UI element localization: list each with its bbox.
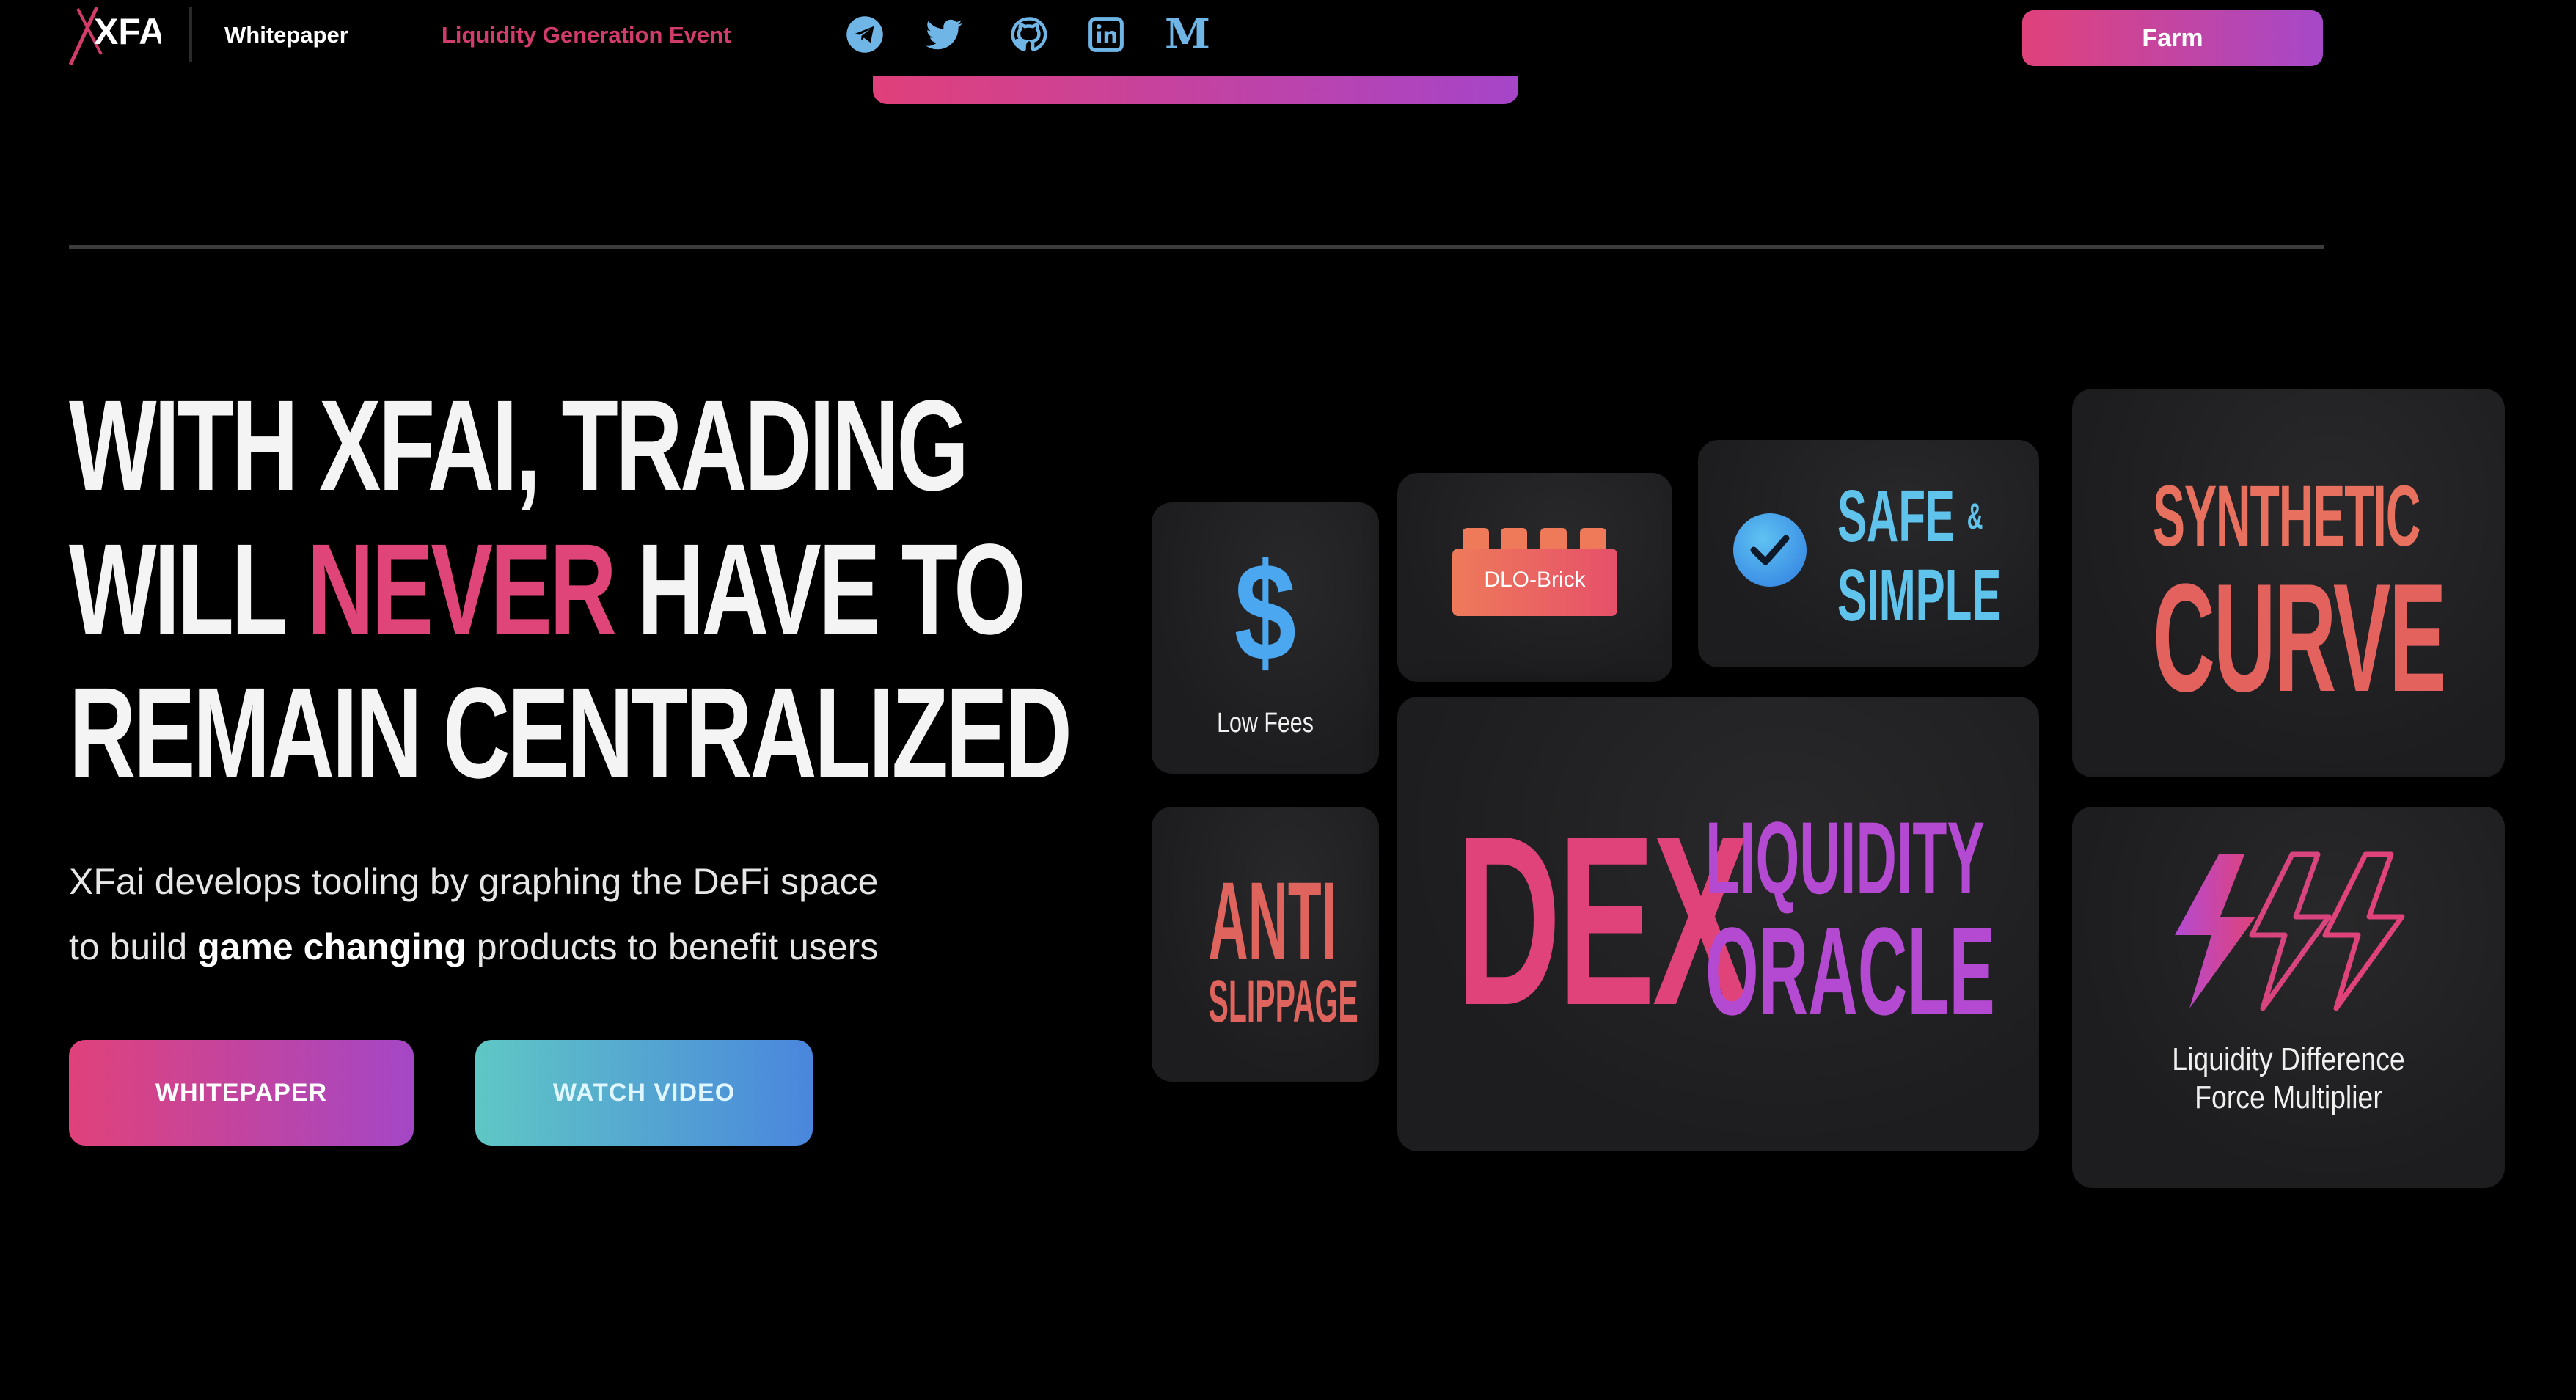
safe-line: SAFE & bbox=[1837, 477, 2001, 556]
subtext-line-2-pre: to build bbox=[69, 926, 198, 967]
card-dlo-brick: DLO-Brick bbox=[1397, 473, 1672, 682]
card-ldfm: Liquidity Difference Force Multiplier bbox=[2072, 807, 2505, 1188]
dollar-icon: $ bbox=[1234, 535, 1297, 690]
watch-video-button[interactable]: WATCH VIDEO bbox=[475, 1040, 813, 1146]
hero-subtext: XFai develops tooling by graphing the De… bbox=[69, 849, 1066, 980]
anti-word: ANTI bbox=[1208, 859, 1337, 982]
card-safe-simple: SAFE & SIMPLE bbox=[1698, 440, 2039, 667]
headline-line-2: WILL NEVER HAVE TO bbox=[69, 518, 1026, 661]
nav-lge-link[interactable]: Liquidity Generation Event bbox=[442, 22, 731, 48]
dlo-brick-label: DLO-Brick bbox=[1484, 568, 1586, 592]
whitepaper-button[interactable]: WHITEPAPER bbox=[69, 1040, 414, 1146]
dex-word: DEX bbox=[1456, 785, 1749, 1055]
liquidity-word: LIQUIDITY bbox=[1705, 800, 1985, 915]
subtext-line-2: to build game changing products to benef… bbox=[69, 915, 1066, 980]
check-circle-icon bbox=[1733, 513, 1807, 587]
curve-word: CURVE bbox=[2153, 551, 2447, 724]
twitter-icon[interactable] bbox=[923, 13, 965, 56]
nav-whitepaper-link[interactable]: Whitepaper bbox=[224, 22, 348, 48]
headline-line-1: WITH XFAI, TRADING bbox=[69, 374, 969, 518]
logo-text: XFAI bbox=[94, 11, 161, 52]
headline-line-2-post: HAVE TO bbox=[614, 518, 1026, 661]
headline-line-2-pre: WILL bbox=[69, 518, 307, 661]
card-dex-liquidity-oracle: DEX LIQUIDITY ORACLE bbox=[1397, 697, 2039, 1151]
simple-word: SIMPLE bbox=[1837, 554, 2002, 637]
feature-cards: $ Low Fees DLO-Brick SAFE & SIMPLE SYNTH… bbox=[1144, 374, 2523, 1217]
oracle-word: ORACLE bbox=[1705, 902, 1995, 1041]
linkedin-icon[interactable] bbox=[1085, 13, 1127, 56]
ldfm-label-line-2: Force Multiplier bbox=[2195, 1080, 2382, 1115]
ldfm-label-line-1: Liquidity Difference bbox=[2172, 1041, 2405, 1077]
subtext-line-1: XFai develops tooling by graphing the De… bbox=[69, 861, 879, 902]
headline-accent-never: NEVER bbox=[307, 518, 617, 661]
header-divider bbox=[69, 245, 2324, 249]
low-fees-label: Low Fees bbox=[1217, 708, 1314, 739]
telegram-icon[interactable] bbox=[844, 13, 886, 56]
farm-button[interactable]: Farm bbox=[2022, 10, 2323, 66]
lightning-bolts-icon bbox=[2175, 851, 2405, 1011]
slippage-word: SLIPPAGE bbox=[1208, 968, 1358, 1035]
github-icon[interactable] bbox=[1007, 13, 1050, 56]
synthetic-word: SYNTHETIC bbox=[2153, 468, 2421, 565]
safe-simple-text: SAFE & SIMPLE bbox=[1837, 477, 2001, 635]
card-synthetic-curve: SYNTHETIC CURVE bbox=[2072, 389, 2505, 777]
card-anti-slippage: ANTI SLIPPAGE bbox=[1152, 807, 1379, 1082]
nav-divider bbox=[189, 7, 192, 62]
ampersand: & bbox=[1966, 496, 1983, 537]
headline-line-3: REMAIN CENTRALIZED bbox=[69, 661, 1072, 805]
safe-word: SAFE bbox=[1837, 475, 1955, 557]
brick-icon: DLO-Brick bbox=[1452, 528, 1617, 616]
xfai-logo[interactable]: XFAI bbox=[67, 3, 175, 66]
subtext-line-2-post: products to benefit users bbox=[466, 926, 879, 967]
medium-icon[interactable]: M bbox=[1165, 13, 1210, 56]
nav-active-underline bbox=[873, 76, 1518, 104]
top-nav: XFAI Whitepaper Liquidity Generation Eve… bbox=[0, 0, 2576, 104]
card-low-fees: $ Low Fees bbox=[1152, 502, 1379, 774]
subtext-bold: game changing bbox=[197, 926, 466, 967]
hero-headline: WITH XFAI, TRADING WILL NEVER HAVE TO RE… bbox=[69, 374, 1072, 805]
